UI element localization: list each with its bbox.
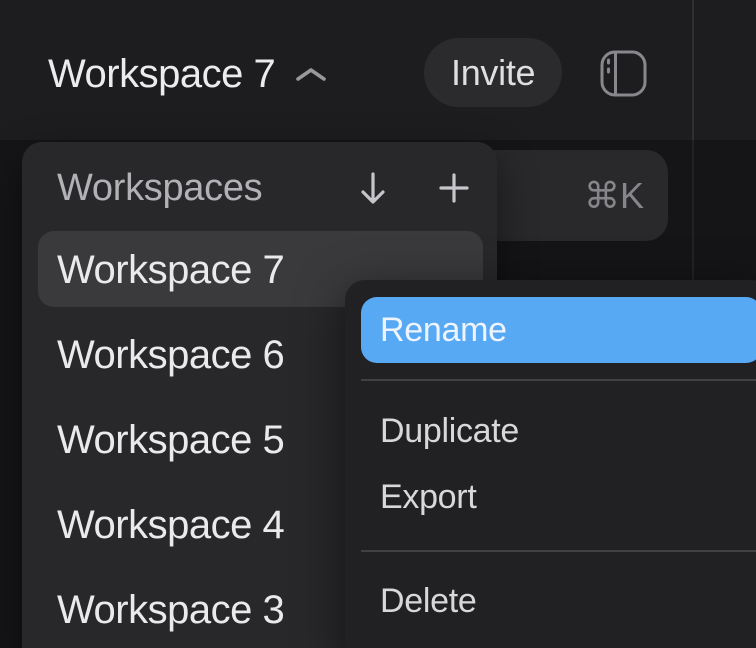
chevron-up-icon <box>295 66 327 83</box>
sidebar-toggle-button[interactable] <box>600 50 647 97</box>
workspace-switcher[interactable]: Workspace 7 <box>48 46 327 102</box>
plus-icon <box>438 172 470 204</box>
workspace-title: Workspace 7 <box>48 52 275 97</box>
menu-item-delete[interactable]: Delete <box>345 568 756 634</box>
menu-item-label: Export <box>380 478 476 517</box>
invite-button[interactable]: Invite <box>424 38 562 107</box>
menu-divider <box>361 550 756 552</box>
workspace-item-label: Workspace 7 <box>57 248 284 293</box>
menu-item-label: Rename <box>380 311 507 350</box>
workspaces-dropdown-title: Workspaces <box>57 167 358 210</box>
add-workspace-button[interactable] <box>438 172 470 204</box>
workspace-item-label: Workspace 3 <box>57 588 284 633</box>
workspace-item-label: Workspace 6 <box>57 333 284 378</box>
menu-item-rename[interactable]: Rename <box>361 297 756 363</box>
sort-workspaces-button[interactable] <box>358 170 388 206</box>
menu-item-duplicate[interactable]: Duplicate <box>345 398 756 464</box>
menu-item-label: Delete <box>380 582 476 621</box>
workspace-context-menu: Rename Duplicate Export Delete <box>345 280 756 648</box>
command-k-shortcut: ⌘K <box>584 175 644 217</box>
workspace-item-label: Workspace 4 <box>57 503 284 548</box>
sidebar-toggle-icon <box>600 50 647 97</box>
workspace-item-label: Workspace 5 <box>57 418 284 463</box>
invite-button-label: Invite <box>451 52 535 94</box>
menu-item-export[interactable]: Export <box>345 464 756 530</box>
menu-item-label: Duplicate <box>380 412 519 451</box>
menu-divider <box>361 379 756 381</box>
arrow-down-icon <box>358 170 388 206</box>
workspaces-dropdown-header: Workspaces <box>22 142 497 228</box>
